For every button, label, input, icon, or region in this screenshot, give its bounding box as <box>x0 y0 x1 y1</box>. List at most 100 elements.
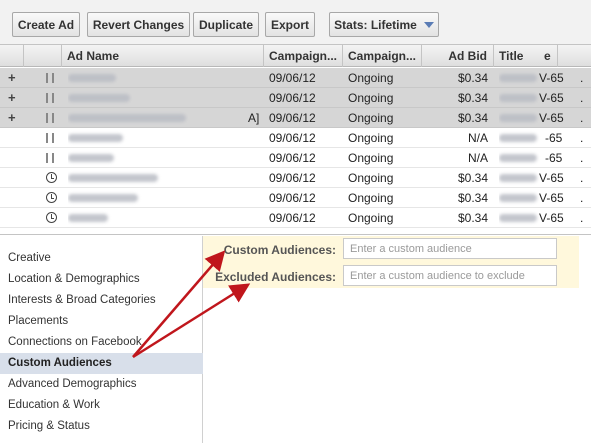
row-campaign-status: Ongoing <box>348 91 394 105</box>
table-row[interactable]: 09/06/12 Ongoing $0.34 V-65. <box>0 208 591 228</box>
export-label: Export <box>270 17 309 32</box>
row-more: . <box>580 191 584 205</box>
row-expand[interactable] <box>8 188 22 208</box>
redacted-text <box>499 94 537 102</box>
row-title: -65 <box>499 128 565 148</box>
row-status <box>46 128 62 148</box>
row-title: V-65 <box>499 68 565 88</box>
custom-audience-input[interactable] <box>343 238 557 259</box>
row-expand[interactable] <box>8 128 22 148</box>
sidebar-item-advanced-demographics[interactable]: Advanced Demographics <box>0 374 203 395</box>
ads-table: Ad Name Campaign... Campaign... Ad Bid T… <box>0 45 591 235</box>
plus-icon[interactable]: + <box>8 68 16 88</box>
plus-icon[interactable]: + <box>8 88 16 108</box>
redacted-text <box>68 214 108 222</box>
row-campaign-date: 09/06/12 <box>269 191 316 205</box>
sidebar-item-education-work[interactable]: Education & Work <box>0 395 203 416</box>
row-campaign-date: 09/06/12 <box>269 111 316 125</box>
row-expand[interactable] <box>8 168 22 188</box>
create-ad-label: Create Ad <box>17 17 75 32</box>
sidebar-item-creative[interactable]: Creative <box>0 248 203 269</box>
stats-dropdown[interactable]: Stats: Lifetime <box>329 12 439 37</box>
excluded-audience-input[interactable] <box>343 265 557 286</box>
stats-dropdown-label: Stats: Lifetime <box>334 17 417 32</box>
row-title-text: V-65 <box>539 111 564 125</box>
row-more: . <box>580 71 584 85</box>
clock-icon <box>46 172 57 183</box>
chevron-down-icon <box>423 21 434 28</box>
row-title-text: V-65 <box>539 171 564 185</box>
header-campaign-start[interactable]: Campaign... <box>264 45 343 67</box>
redacted-text <box>499 214 537 222</box>
row-ad-bid: $0.34 <box>457 171 488 185</box>
row-status <box>46 208 62 228</box>
row-ad-bid: $0.34 <box>457 211 488 225</box>
row-title-text: V-65 <box>539 91 564 105</box>
row-title: -65 <box>499 148 565 168</box>
row-campaign-status: Ongoing <box>348 151 394 165</box>
row-expand[interactable] <box>8 208 22 228</box>
row-campaign-date: 09/06/12 <box>269 71 316 85</box>
table-row[interactable]: +09/06/12 Ongoing $0.34 V-65. <box>0 88 591 108</box>
row-campaign-status: Ongoing <box>348 171 394 185</box>
row-more: . <box>580 131 584 145</box>
row-ad-name[interactable] <box>68 148 262 168</box>
row-expand[interactable] <box>8 148 22 168</box>
row-name-suffix: A] <box>248 111 260 125</box>
duplicate-button[interactable]: Duplicate <box>193 12 259 37</box>
pause-icon <box>46 73 54 83</box>
row-campaign-status: Ongoing <box>348 71 394 85</box>
header-title[interactable]: Title e <box>494 45 558 67</box>
header-title-label: Title <box>499 49 524 63</box>
row-expand[interactable]: + <box>8 108 22 128</box>
clock-icon <box>46 192 57 203</box>
row-more: . <box>580 171 584 185</box>
revert-changes-label: Revert Changes <box>92 17 185 32</box>
sidebar-item-placements[interactable]: Placements <box>0 311 203 332</box>
pause-icon <box>46 153 54 163</box>
row-campaign-date: 09/06/12 <box>269 211 316 225</box>
export-button[interactable]: Export <box>265 12 315 37</box>
row-ad-bid: $0.34 <box>457 71 488 85</box>
header-ad-name[interactable]: Ad Name <box>62 45 264 67</box>
redacted-text <box>68 114 186 122</box>
redacted-text <box>499 174 537 182</box>
row-ad-name[interactable] <box>68 168 262 188</box>
redacted-text <box>68 134 123 142</box>
table-row[interactable]: +09/06/12 Ongoing $0.34 V-65. <box>0 68 591 88</box>
row-title-text: -65 <box>545 131 563 145</box>
table-row[interactable]: 09/06/12 Ongoing $0.34 V-65. <box>0 168 591 188</box>
row-ad-name[interactable] <box>68 68 262 88</box>
header-ad-bid[interactable]: Ad Bid <box>422 45 494 67</box>
row-expand[interactable]: + <box>8 88 22 108</box>
pause-icon <box>46 133 54 143</box>
row-title-text: V-65 <box>539 211 564 225</box>
row-campaign-status: Ongoing <box>348 111 394 125</box>
table-row[interactable]: 09/06/12 Ongoing $0.34 V-65. <box>0 188 591 208</box>
row-ad-name[interactable] <box>68 88 262 108</box>
row-ad-name[interactable]: A] <box>68 108 262 128</box>
plus-icon[interactable]: + <box>8 108 16 128</box>
row-title: V-65 <box>499 88 565 108</box>
row-ad-name[interactable] <box>68 188 262 208</box>
sidebar-item-interests[interactable]: Interests & Broad Categories <box>0 290 203 311</box>
sidebar-item-pricing-status[interactable]: Pricing & Status <box>0 416 203 437</box>
header-campaign-status[interactable]: Campaign... <box>343 45 422 67</box>
sidebar-item-custom-audiences[interactable]: Custom Audiences <box>0 353 203 374</box>
row-expand[interactable]: + <box>8 68 22 88</box>
create-ad-button[interactable]: Create Ad <box>12 12 80 37</box>
table-row[interactable]: 09/06/12 Ongoing N/A -65. <box>0 128 591 148</box>
sidebar-item-connections[interactable]: Connections on Facebook <box>0 332 203 353</box>
table-row[interactable]: + A] 09/06/12 Ongoing $0.34 V-65. <box>0 108 591 128</box>
row-ad-bid: $0.34 <box>457 111 488 125</box>
row-ad-name[interactable] <box>68 208 262 228</box>
row-ad-name[interactable] <box>68 128 262 148</box>
table-row[interactable]: 09/06/12 Ongoing N/A -65. <box>0 148 591 168</box>
row-title: V-65 <box>499 168 565 188</box>
sidebar: Creative Location & Demographics Interes… <box>0 236 203 443</box>
revert-changes-button[interactable]: Revert Changes <box>87 12 190 37</box>
row-campaign-status: Ongoing <box>348 131 394 145</box>
row-status <box>46 168 62 188</box>
redacted-text <box>499 114 537 122</box>
sidebar-item-location-demographics[interactable]: Location & Demographics <box>0 269 203 290</box>
